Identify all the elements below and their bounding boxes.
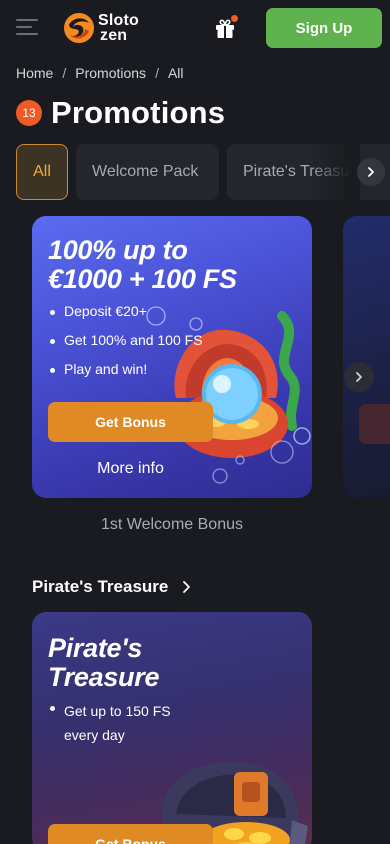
promo-card-title: Pirate's Treasure xyxy=(48,633,160,692)
promo-card-welcome-bonus[interactable]: 100% up to €1000 + 100 FS Deposit €20+ G… xyxy=(32,216,312,498)
notification-dot xyxy=(230,14,239,23)
carousel-next-button[interactable] xyxy=(344,362,374,392)
get-bonus-button[interactable]: Get Bonus xyxy=(48,402,213,442)
promo-card-bullets: Deposit €20+ Get 100% and 100 FS Play an… xyxy=(50,303,203,390)
page-title-row: 13 Promotions xyxy=(16,94,225,132)
get-bonus-button[interactable]: Get Bonus xyxy=(48,824,213,844)
promo-card-bullets: Get up to 150 FS every day xyxy=(50,699,171,759)
gift-button[interactable] xyxy=(211,14,239,42)
list-item: Get 100% and 100 FS xyxy=(50,332,203,348)
breadcrumb: Home / Promotions / All xyxy=(16,64,184,82)
breadcrumb-home[interactable]: Home xyxy=(16,65,53,81)
tabs-scroll-right-button[interactable] xyxy=(357,158,385,186)
promotions-count-badge: 13 xyxy=(16,100,42,126)
list-item: Deposit €20+ xyxy=(50,303,203,320)
promo-card-next-preview[interactable] xyxy=(343,216,390,498)
tab-all[interactable]: All xyxy=(16,144,68,200)
logo-swirl-icon xyxy=(64,13,94,43)
brand-logo[interactable]: Sloto zen xyxy=(63,11,149,45)
section-heading-pirates-treasure[interactable]: Pirate's Treasure xyxy=(32,576,192,598)
more-info-link[interactable]: More info xyxy=(48,460,213,480)
chevron-right-icon xyxy=(368,167,374,177)
sign-up-button[interactable]: Sign Up xyxy=(266,8,382,48)
page-title: Promotions xyxy=(51,95,226,130)
top-header: Sloto zen Sign Up xyxy=(0,0,390,56)
next-card-button-preview xyxy=(359,404,390,444)
breadcrumb-separator: / xyxy=(155,65,159,81)
breadcrumb-promotions[interactable]: Promotions xyxy=(75,65,146,81)
tab-welcome-pack[interactable]: Welcome Pack xyxy=(76,144,219,200)
list-item: Get up to 150 FS every day xyxy=(50,699,171,747)
list-item: Play and win! xyxy=(50,361,203,378)
hamburger-menu-icon[interactable] xyxy=(16,17,40,37)
promo-card-title: 100% up to €1000 + 100 FS xyxy=(48,235,237,294)
tabs-fade-overlay xyxy=(310,144,360,200)
section-title: Pirate's Treasure xyxy=(32,577,169,596)
breadcrumb-all[interactable]: All xyxy=(168,65,184,81)
logo-wordmark: Sloto zen xyxy=(98,12,139,44)
chevron-right-icon xyxy=(183,581,191,593)
promo-card-pirates-treasure[interactable]: Pirate's Treasure Get up to 150 FS every… xyxy=(32,612,312,844)
promo-card-caption: 1st Welcome Bonus xyxy=(101,516,243,533)
chevron-right-icon xyxy=(356,372,362,382)
breadcrumb-separator: / xyxy=(62,65,67,81)
